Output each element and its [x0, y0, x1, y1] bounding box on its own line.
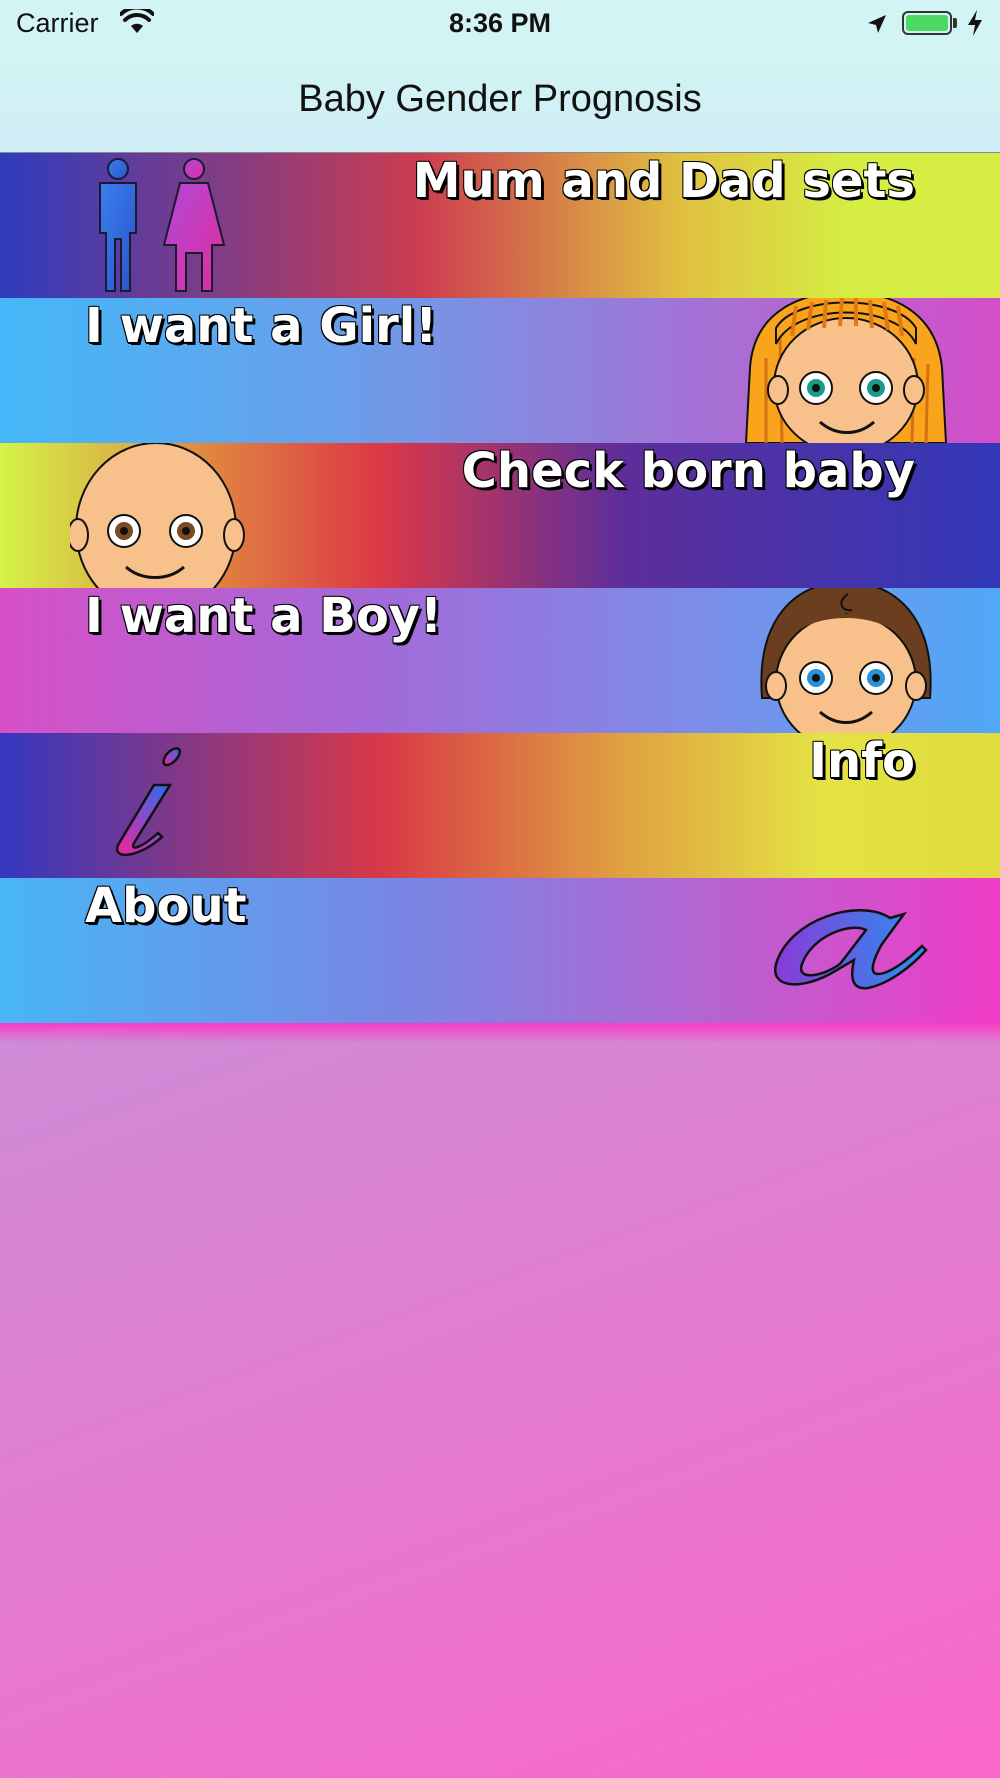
menu-item-label: About	[85, 878, 247, 934]
menu-item-i-want-a-girl[interactable]: I want a Girl!	[0, 298, 1000, 443]
menu-item-label: Info	[809, 733, 915, 789]
menu-item-about[interactable]: About	[0, 878, 1000, 1023]
about-letter-icon	[774, 909, 928, 990]
battery-icon	[902, 11, 952, 35]
menu-bottom-shadow	[0, 1023, 1000, 1043]
menu-item-info[interactable]: Info	[0, 733, 1000, 878]
menu-item-label: Mum and Dad sets	[412, 153, 915, 209]
parents-icon	[99, 158, 226, 292]
charging-bolt-icon	[968, 10, 982, 36]
boy-face-icon	[760, 588, 932, 733]
menu-item-label: Check born baby	[461, 443, 915, 499]
baby-face-icon	[70, 443, 245, 588]
main-menu: Mum and Dad sets I want a Girl! Check bo…	[0, 153, 1000, 1043]
status-bar: Carrier 8:36 PM	[0, 0, 1000, 50]
clock: 8:36 PM	[448, 8, 552, 38]
location-arrow-icon	[868, 15, 886, 33]
menu-item-label: I want a Boy!	[85, 588, 442, 644]
menu-item-label: I want a Girl!	[85, 298, 438, 354]
girl-face-icon	[744, 298, 948, 443]
menu-item-check-born-baby[interactable]: Check born baby	[0, 443, 1000, 588]
page-title: Baby Gender Prognosis	[298, 78, 702, 120]
menu-item-i-want-a-boy[interactable]: I want a Boy!	[0, 588, 1000, 733]
battery-cap	[953, 18, 957, 28]
navigation-bar: Baby Gender Prognosis	[0, 50, 1000, 153]
info-letter-icon	[115, 747, 182, 857]
menu-item-mum-and-dad-sets[interactable]: Mum and Dad sets	[0, 153, 1000, 298]
